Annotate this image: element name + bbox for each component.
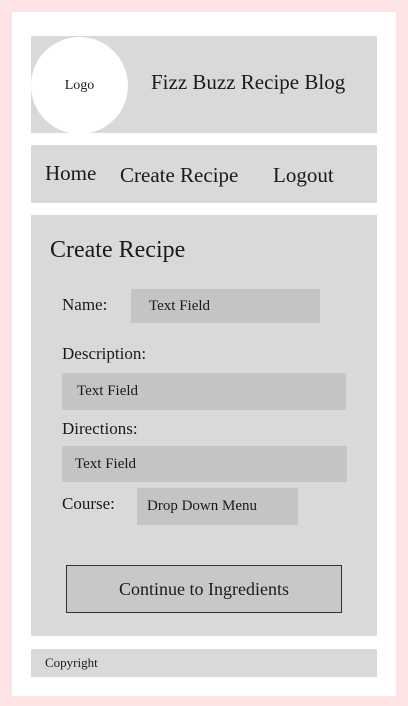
page-title: Create Recipe: [50, 237, 186, 263]
nav-item-create-recipe[interactable]: Create Recipe: [120, 163, 238, 188]
directions-field[interactable]: Text Field: [62, 446, 347, 482]
page-container: Logo Fizz Buzz Recipe Blog Home Create R…: [12, 12, 396, 696]
logo-text: Logo: [64, 77, 95, 93]
logo[interactable]: Logo: [31, 37, 128, 134]
name-label: Name:: [62, 295, 108, 314]
nav-item-logout[interactable]: Logout: [273, 163, 334, 188]
site-title: Fizz Buzz Recipe Blog: [151, 70, 346, 94]
course-label: Course:: [62, 494, 115, 513]
name-field[interactable]: Text Field: [131, 289, 320, 323]
description-field[interactable]: Text Field: [62, 373, 346, 410]
description-label: Description:: [62, 344, 147, 363]
site-header: Logo Fizz Buzz Recipe Blog: [31, 36, 377, 134]
footer: Copyright: [31, 649, 377, 677]
copyright-text: Copyright: [45, 655, 98, 670]
nav-bar: Home Create Recipe Logout: [31, 145, 377, 203]
course-dropdown[interactable]: Drop Down Menu: [137, 488, 298, 525]
create-recipe-form: Create Recipe Name: Text Field Descripti…: [31, 215, 377, 636]
nav-item-home[interactable]: Home: [45, 161, 96, 186]
continue-to-ingredients-button[interactable]: Continue to Ingredients: [66, 565, 342, 613]
directions-label: Directions:: [62, 419, 138, 438]
